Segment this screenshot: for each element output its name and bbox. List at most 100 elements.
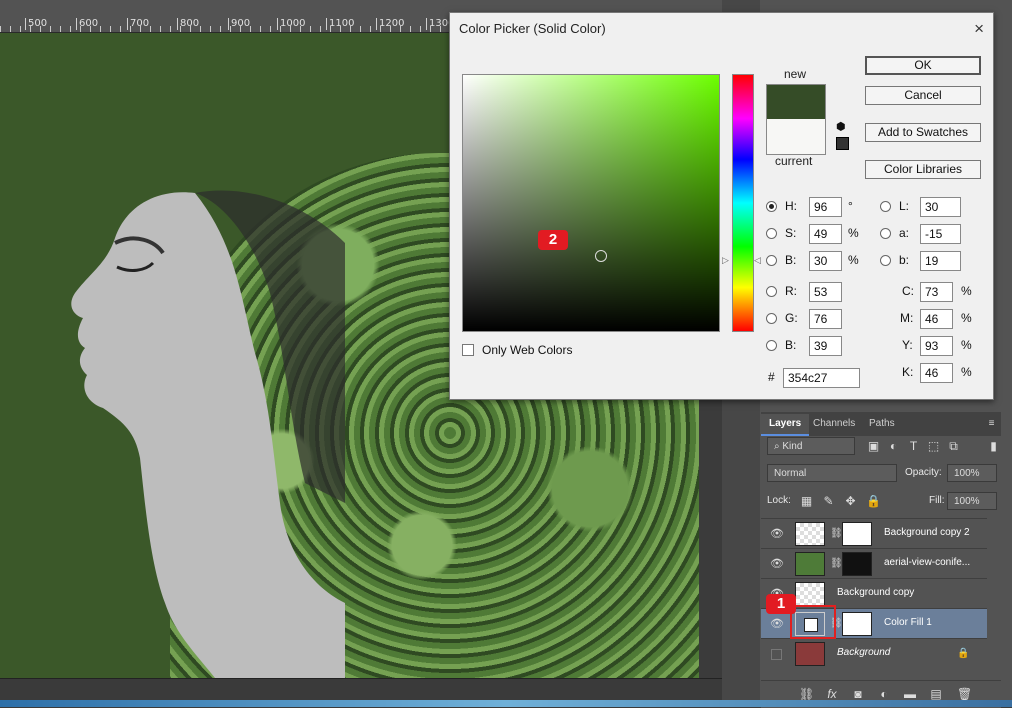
dialog-title: Color Picker (Solid Color) xyxy=(459,21,606,36)
color-field[interactable] xyxy=(462,74,720,332)
shape-filter-icon[interactable]: ⬚ xyxy=(927,440,940,453)
blue-field[interactable]: 39 xyxy=(809,336,842,356)
visibility-eye-icon[interactable]: 👁 xyxy=(770,618,784,630)
layer-mask-thumbnail[interactable] xyxy=(842,612,872,636)
filter-toggle-icon[interactable]: ▮ xyxy=(987,440,1000,453)
color-libraries-button[interactable]: Color Libraries xyxy=(865,160,981,179)
link-chain-icon[interactable]: ⛓ xyxy=(830,528,843,540)
new-color-swatch xyxy=(766,84,826,120)
hue-field[interactable]: 96 xyxy=(809,197,842,217)
add-to-swatches-button[interactable]: Add to Swatches xyxy=(865,123,981,142)
visibility-eye-icon[interactable]: 👁 xyxy=(770,528,784,540)
color-field-cursor[interactable] xyxy=(595,250,607,262)
adjustment-layer-icon[interactable]: ◐ xyxy=(877,687,891,701)
lock-image-icon[interactable]: ✎ xyxy=(822,495,835,508)
blend-mode-dropdown[interactable]: Normal xyxy=(767,464,897,482)
taskbar-strip xyxy=(0,700,1012,707)
ruler-label: 1100 xyxy=(326,18,354,30)
blue-radio[interactable] xyxy=(766,340,777,351)
hue-unit: ° xyxy=(848,199,853,213)
a-channel-radio[interactable] xyxy=(880,228,891,239)
ruler-label: 600 xyxy=(76,18,98,30)
panel-tab-bar: Layers Channels Paths ≡ xyxy=(761,412,1001,436)
woman-profile-artwork xyxy=(71,190,345,678)
fill-field[interactable]: 100% xyxy=(947,492,997,510)
new-group-icon[interactable]: ▬ xyxy=(903,687,917,701)
layer-mask-thumbnail[interactable] xyxy=(842,552,872,576)
close-icon[interactable]: × xyxy=(974,19,984,39)
layer-row[interactable]: 👁 ⛓ Background copy 2 xyxy=(761,518,987,549)
only-web-colors-label: Only Web Colors xyxy=(482,343,573,357)
tab-channels[interactable]: Channels xyxy=(805,414,863,434)
red-label: R: xyxy=(785,284,797,298)
yellow-field[interactable]: 93 xyxy=(920,336,953,356)
kind-filter-dropdown[interactable]: ⌕ Kind xyxy=(767,437,855,455)
color-picker-dialog: Color Picker (Solid Color) × ▷ ◁ new cur… xyxy=(449,12,994,400)
opacity-label: Opacity: xyxy=(905,467,942,478)
cancel-button[interactable]: Cancel xyxy=(865,86,981,105)
pixel-filter-icon[interactable]: ▣ xyxy=(867,440,880,453)
dialog-title-bar[interactable]: Color Picker (Solid Color) × xyxy=(450,13,993,43)
tab-paths[interactable]: Paths xyxy=(861,414,903,434)
layer-name[interactable]: Color Fill 1 xyxy=(884,617,932,628)
layer-name[interactable]: Background copy xyxy=(837,587,914,598)
brightness-field[interactable]: 30 xyxy=(809,251,842,271)
layer-name[interactable]: aerial-view-conife... xyxy=(884,557,970,568)
lock-position-icon[interactable]: ✥ xyxy=(844,495,857,508)
hex-field[interactable]: 354c27 xyxy=(783,368,860,388)
adjustment-filter-icon[interactable]: ◐ xyxy=(887,440,900,453)
saturation-unit: % xyxy=(848,226,859,240)
saturation-field[interactable]: 49 xyxy=(809,224,842,244)
lightness-radio[interactable] xyxy=(880,201,891,212)
out-of-gamut-cube-icon[interactable]: ⬢ xyxy=(836,120,846,133)
magenta-unit: % xyxy=(961,311,972,325)
fx-icon[interactable]: fx xyxy=(825,687,839,701)
link-chain-icon[interactable]: ⛓ xyxy=(830,558,843,570)
panel-menu-icon[interactable]: ≡ xyxy=(985,417,998,430)
red-radio[interactable] xyxy=(766,286,777,297)
b-channel-radio[interactable] xyxy=(880,255,891,266)
black-field[interactable]: 46 xyxy=(920,363,953,383)
green-field[interactable]: 76 xyxy=(809,309,842,329)
cyan-field[interactable]: 73 xyxy=(920,282,953,302)
lightness-field[interactable]: 30 xyxy=(920,197,961,217)
web-safe-swatch-icon[interactable] xyxy=(836,137,849,150)
b-channel-field[interactable]: 19 xyxy=(920,251,961,271)
lock-all-icon[interactable]: 🔒 xyxy=(866,495,881,508)
tab-layers[interactable]: Layers xyxy=(761,414,810,436)
lock-transparent-icon[interactable]: ▦ xyxy=(800,495,813,508)
red-field[interactable]: 53 xyxy=(809,282,842,302)
fill-label: Fill: xyxy=(929,495,945,506)
only-web-colors-checkbox[interactable] xyxy=(462,344,474,356)
delete-layer-icon[interactable]: 🗑 xyxy=(957,687,972,701)
saturation-radio[interactable] xyxy=(766,228,777,239)
green-radio[interactable] xyxy=(766,313,777,324)
layer-row[interactable]: 👁 ⛓ aerial-view-conife... xyxy=(761,548,987,579)
annotation-badge-2: 2 xyxy=(538,230,568,250)
hue-slider-left-arrow[interactable]: ▷ xyxy=(722,255,729,266)
ok-button[interactable]: OK xyxy=(865,56,981,75)
lock-bar: Lock: ▦ ✎ ✥ 🔒 Fill: 100% xyxy=(767,492,999,512)
layer-mask-thumbnail[interactable] xyxy=(842,522,872,546)
add-mask-icon[interactable]: ◙ xyxy=(851,687,865,701)
layer-name[interactable]: Background copy 2 xyxy=(884,527,970,538)
opacity-field[interactable]: 100% xyxy=(947,464,997,482)
hue-slider[interactable] xyxy=(732,74,754,332)
hue-radio[interactable] xyxy=(766,201,777,212)
new-layer-icon[interactable]: ▤ xyxy=(929,687,943,701)
type-filter-icon[interactable]: T xyxy=(907,440,920,453)
visibility-toggle-empty[interactable] xyxy=(771,649,782,660)
brightness-radio[interactable] xyxy=(766,255,777,266)
visibility-eye-icon[interactable]: 👁 xyxy=(770,558,784,570)
smart-object-filter-icon[interactable]: ⧉ xyxy=(947,440,960,453)
link-layers-icon[interactable]: ⛓ xyxy=(799,687,814,701)
layer-row[interactable]: Background 🔒 xyxy=(761,638,987,669)
magenta-field[interactable]: 46 xyxy=(920,309,953,329)
magenta-label: M: xyxy=(900,311,914,325)
current-color-swatch[interactable] xyxy=(766,119,826,155)
green-label: G: xyxy=(785,311,798,325)
blend-bar: Normal Opacity: 100% xyxy=(767,464,999,484)
hue-slider-right-arrow[interactable]: ◁ xyxy=(754,255,761,266)
layer-name[interactable]: Background xyxy=(837,647,890,658)
a-channel-field[interactable]: -15 xyxy=(920,224,961,244)
